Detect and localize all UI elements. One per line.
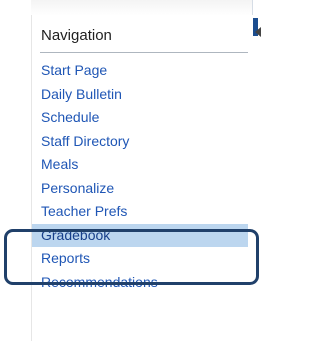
nav-item-start-page[interactable]: Start Page	[32, 59, 248, 83]
screenshot-frame: Navigation Start Page Daily Bulletin Sch…	[0, 0, 265, 341]
nav-item-meals[interactable]: Meals	[32, 153, 248, 177]
navigation-panel: Navigation Start Page Daily Bulletin Sch…	[31, 15, 253, 341]
nav-item-staff-directory[interactable]: Staff Directory	[32, 130, 248, 154]
gradebook-highlight-outline	[4, 229, 259, 285]
top-shadow	[31, 0, 252, 16]
nav-item-teacher-prefs[interactable]: Teacher Prefs	[32, 200, 248, 224]
collapse-arrow-icon[interactable]	[255, 27, 261, 37]
nav-item-daily-bulletin[interactable]: Daily Bulletin	[32, 83, 248, 107]
heading-divider	[40, 52, 248, 53]
navigation-heading: Navigation	[41, 27, 112, 44]
nav-item-schedule[interactable]: Schedule	[32, 106, 248, 130]
nav-item-personalize[interactable]: Personalize	[32, 177, 248, 201]
